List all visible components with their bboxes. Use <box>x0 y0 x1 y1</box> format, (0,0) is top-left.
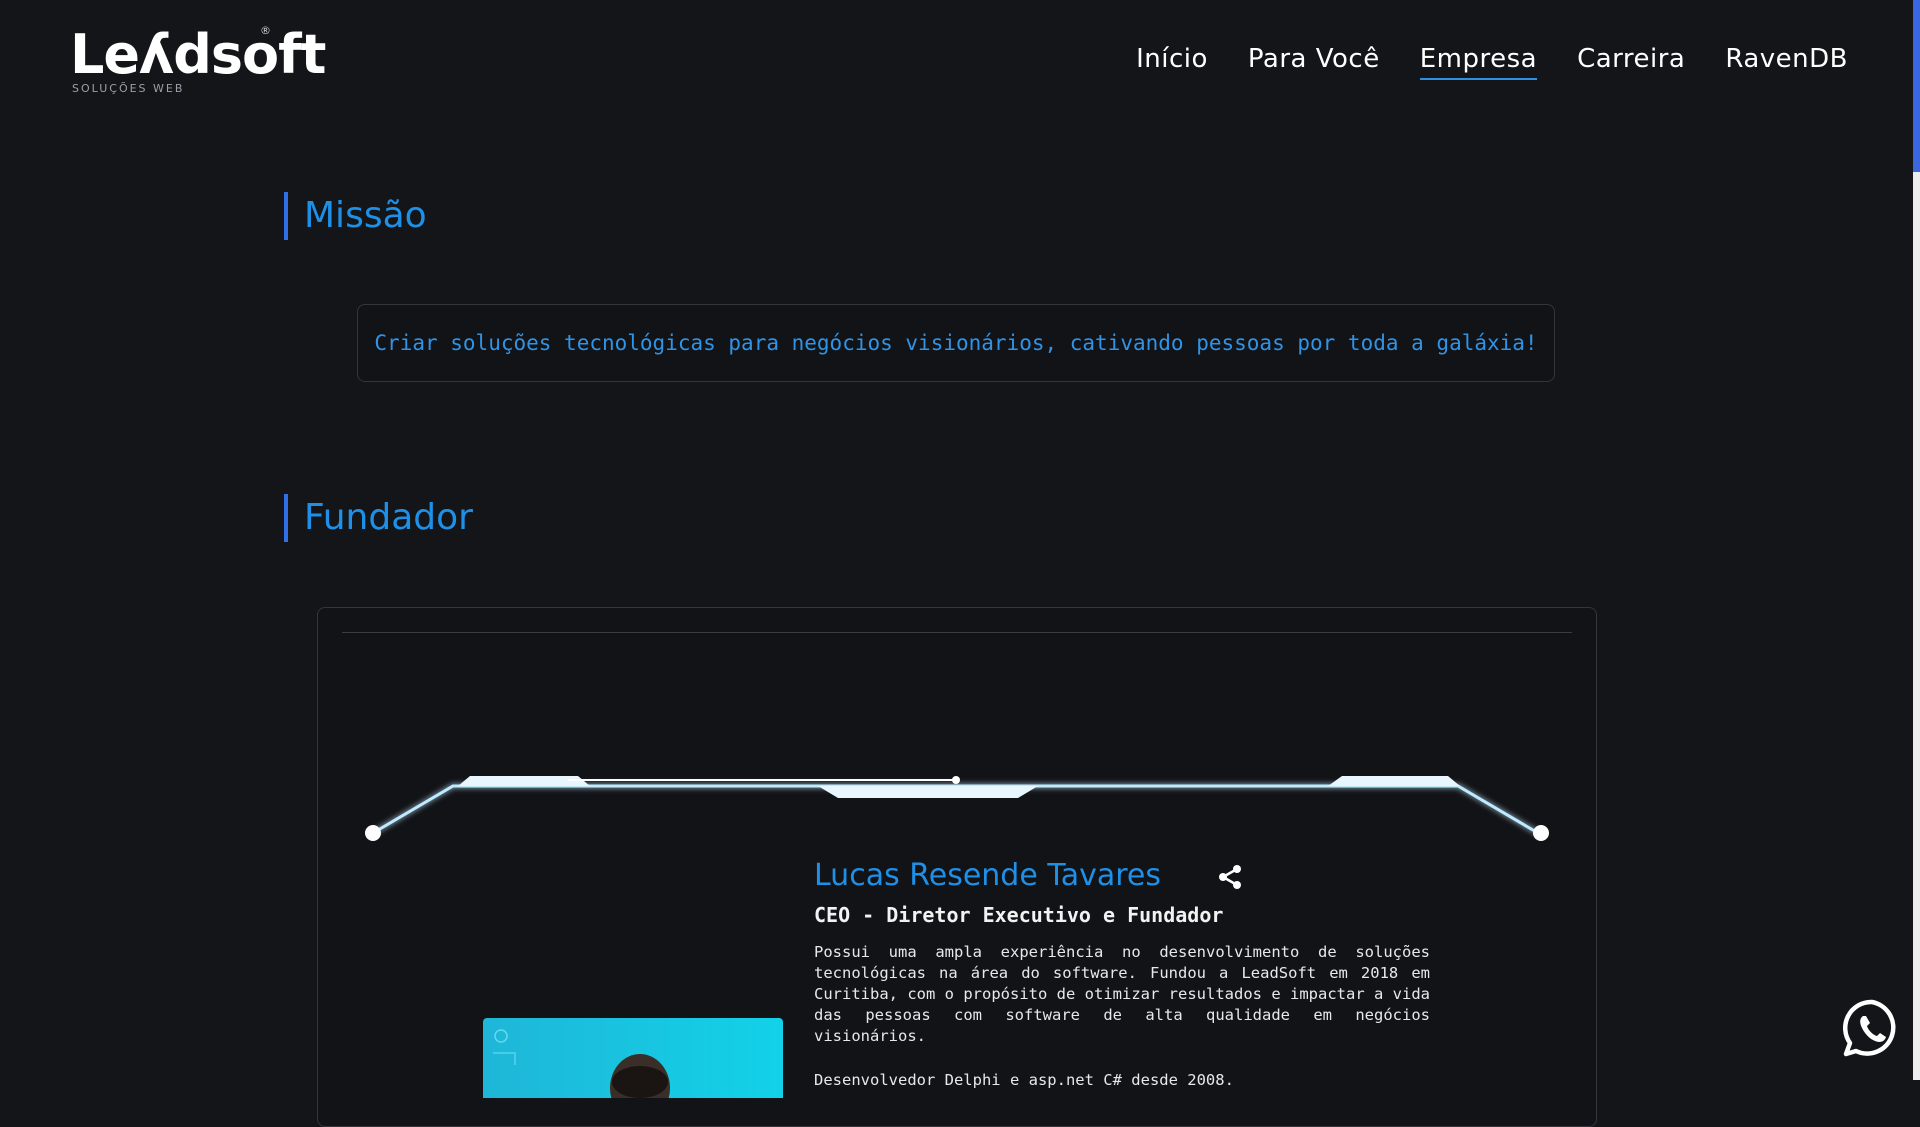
whatsapp-icon[interactable] <box>1842 998 1902 1058</box>
scrollbar[interactable] <box>1913 0 1920 1080</box>
founder-name: Lucas Resende Tavares <box>814 858 1161 893</box>
mission-box: Criar soluções tecnológicas para negócio… <box>357 304 1555 382</box>
founder-bio-more: Desenvolvedor Delphi e asp.net C# desde … <box>814 1071 1234 1089</box>
founder-title: Fundador <box>284 494 473 542</box>
mission-text: Criar soluções tecnológicas para negócio… <box>374 331 1538 355</box>
registered-mark: ® <box>260 24 271 37</box>
nav-ravendb[interactable]: RavenDB <box>1725 44 1848 80</box>
founder-photo-silhouette <box>493 1029 670 1098</box>
logo-subtitle: SOLUÇÕES WEB <box>72 82 185 95</box>
mission-title: Missão <box>284 192 427 240</box>
logo[interactable]: Leʎdsoft ® SOLUÇÕES WEB <box>70 24 326 96</box>
main-nav: Início Para Você Empresa Carreira RavenD… <box>1136 44 1848 80</box>
founder-bio: Possui uma ampla experiência no desenvol… <box>814 943 1430 1045</box>
nav-carreira[interactable]: Carreira <box>1577 44 1685 80</box>
logo-text: Leʎdsoft <box>70 23 326 86</box>
scrollbar-thumb[interactable] <box>1913 0 1920 172</box>
hud-frame-decoration <box>365 776 1549 841</box>
nav-para-voce[interactable]: Para Você <box>1248 44 1380 80</box>
nav-inicio[interactable]: Início <box>1136 44 1208 80</box>
founder-photo <box>483 1018 783 1098</box>
founder-role: CEO - Diretor Executivo e Fundador <box>814 903 1224 927</box>
share-icon[interactable] <box>1218 864 1242 890</box>
card-divider <box>342 632 1572 633</box>
nav-empresa[interactable]: Empresa <box>1419 44 1538 80</box>
